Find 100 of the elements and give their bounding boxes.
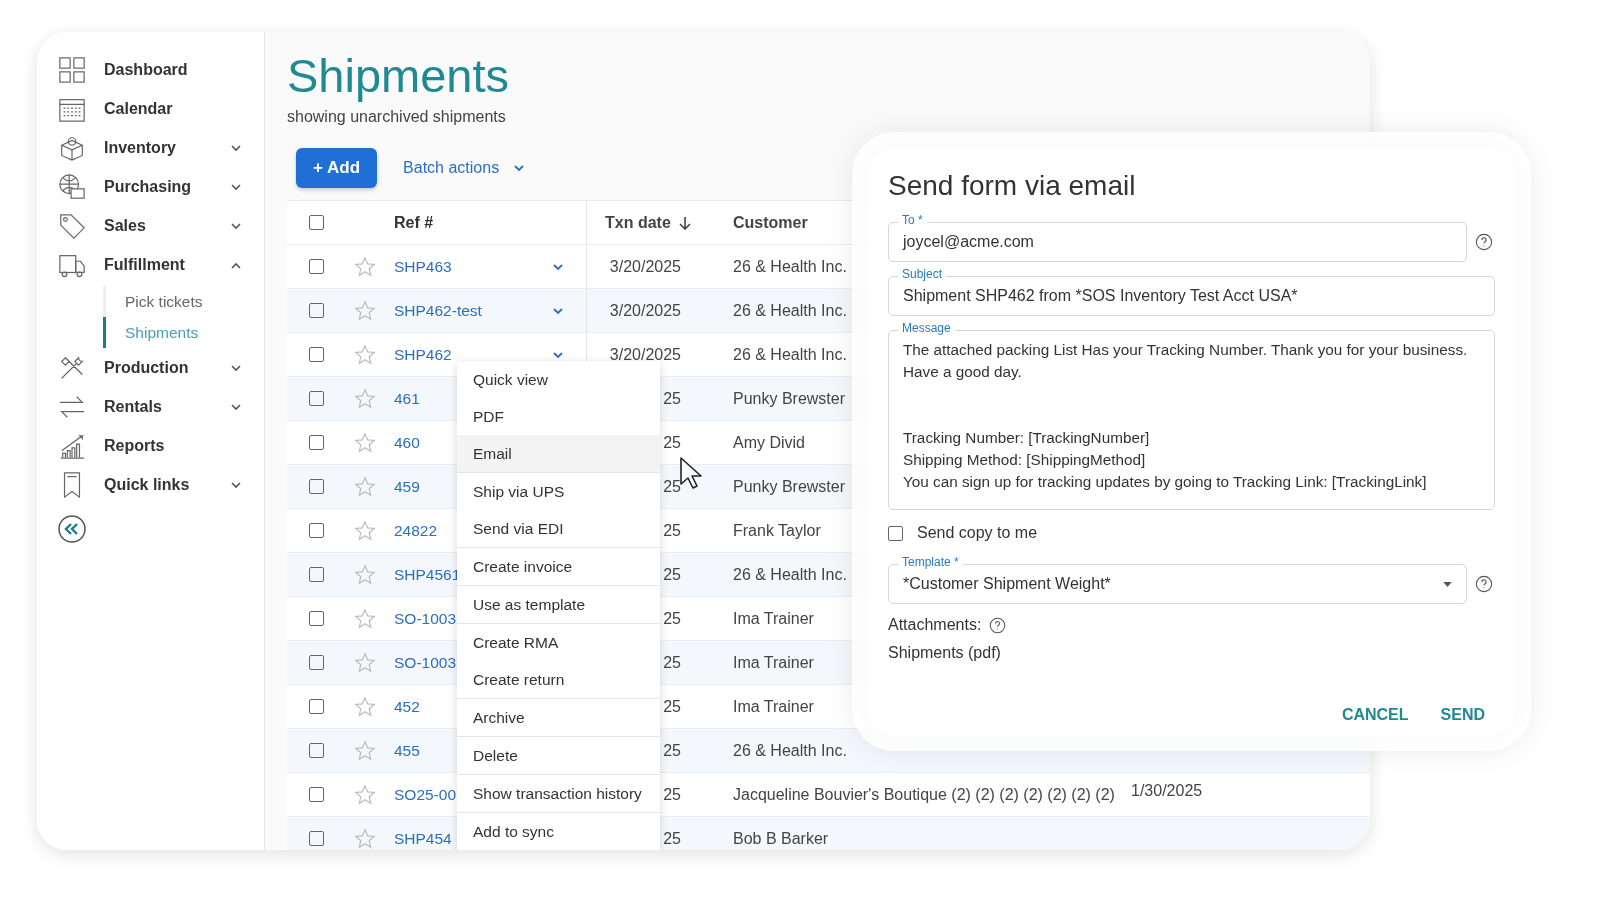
ref-link[interactable]: 452 bbox=[394, 697, 420, 716]
table-cell: 25 bbox=[663, 477, 681, 496]
add-button[interactable]: + Add bbox=[296, 148, 378, 188]
table-cell-text: 26 & Health Inc. bbox=[733, 256, 847, 277]
row-checkbox[interactable] bbox=[308, 611, 324, 626]
row-checkbox[interactable] bbox=[308, 655, 324, 670]
sidebar-item[interactable]: Rentals bbox=[37, 387, 264, 426]
menu-item[interactable]: Show transaction history bbox=[457, 775, 660, 812]
send-copy-checkbox[interactable] bbox=[888, 525, 903, 541]
star-icon[interactable] bbox=[354, 431, 376, 454]
table-cell-text: 26 & Health Inc. bbox=[733, 344, 847, 365]
star-icon[interactable] bbox=[354, 387, 376, 410]
cancel-button[interactable]: CANCEL bbox=[1331, 698, 1419, 732]
star-icon[interactable] bbox=[354, 827, 376, 850]
row-checkbox[interactable] bbox=[308, 831, 324, 846]
row-checkbox[interactable] bbox=[308, 391, 324, 406]
star-icon[interactable] bbox=[354, 519, 376, 542]
dialog-title: Send form via email bbox=[888, 169, 1137, 203]
menu-item[interactable]: Create invoice bbox=[457, 548, 660, 585]
ref-link[interactable]: SHP454 bbox=[394, 829, 452, 848]
row-checkbox[interactable] bbox=[308, 259, 324, 274]
sidebar-item[interactable]: Production bbox=[37, 348, 264, 387]
sidebar-item[interactable]: Quick links bbox=[37, 465, 264, 504]
star-icon[interactable] bbox=[354, 783, 376, 806]
star-icon[interactable] bbox=[354, 739, 376, 762]
column-header[interactable]: Ref # bbox=[394, 213, 434, 232]
ref-link[interactable]: 460 bbox=[394, 433, 420, 452]
column-header[interactable]: Txn date bbox=[605, 213, 671, 232]
sidebar-item[interactable]: Reports bbox=[37, 426, 264, 465]
star-icon[interactable] bbox=[354, 607, 376, 630]
sidebar-item[interactable]: Dashboard bbox=[37, 50, 264, 89]
star-icon[interactable] bbox=[354, 651, 376, 674]
sidebar-item[interactable]: Calendar bbox=[37, 89, 264, 128]
ref-link[interactable]: SO-1003 bbox=[394, 653, 457, 672]
chevron-icon[interactable] bbox=[552, 350, 564, 359]
help-icon[interactable] bbox=[1475, 575, 1493, 593]
ref-link[interactable]: SO25-00 bbox=[394, 785, 457, 804]
row-checkbox[interactable] bbox=[308, 699, 324, 714]
row-checkbox[interactable] bbox=[308, 347, 324, 362]
table-cell: 25 bbox=[663, 565, 681, 584]
dropdown-caret-icon bbox=[1443, 581, 1452, 587]
table-cell-text: 26 & Health Inc. bbox=[733, 740, 847, 761]
menu-item[interactable]: Create RMA bbox=[457, 624, 660, 661]
menu-item[interactable]: PDF bbox=[457, 398, 660, 435]
chevron-icon[interactable] bbox=[552, 306, 564, 315]
checkbox-label: Send copy to me bbox=[917, 524, 1038, 542]
star-icon[interactable] bbox=[354, 299, 376, 322]
ref-link[interactable]: SHP463 bbox=[394, 257, 452, 276]
menu-item[interactable]: Ship via UPS bbox=[457, 473, 660, 510]
menu-item[interactable]: Use as template bbox=[457, 586, 660, 623]
star-icon[interactable] bbox=[354, 255, 376, 278]
ref-link[interactable]: 24822 bbox=[394, 521, 438, 540]
table-cell-text: 26 & Health Inc. bbox=[733, 300, 847, 321]
chevron-icon[interactable] bbox=[552, 262, 564, 271]
star-icon[interactable] bbox=[354, 563, 376, 586]
menu-item[interactable]: Archive bbox=[457, 699, 660, 736]
table-cell: 25 bbox=[663, 389, 681, 408]
help-icon[interactable] bbox=[1475, 233, 1493, 251]
column-header[interactable]: Customer bbox=[733, 210, 808, 235]
table-cell: 25 bbox=[663, 653, 681, 672]
row-checkbox[interactable] bbox=[308, 787, 324, 802]
ref-link[interactable]: 461 bbox=[394, 389, 420, 408]
help-icon[interactable] bbox=[989, 616, 1007, 634]
table-cell-text: Amy Divid bbox=[733, 432, 805, 453]
row-checkbox[interactable] bbox=[308, 743, 324, 758]
ref-link[interactable]: 455 bbox=[394, 741, 420, 760]
ref-link[interactable]: SHP462-test bbox=[394, 301, 482, 320]
menu-item[interactable]: Delete bbox=[457, 737, 660, 774]
star-icon[interactable] bbox=[354, 343, 376, 366]
dashboard-icon bbox=[58, 55, 86, 84]
sort-descending-icon[interactable] bbox=[678, 215, 691, 230]
sidebar-item[interactable]: Inventory bbox=[37, 128, 264, 167]
table-cell: 25 bbox=[663, 697, 681, 716]
table-cell-text: 26 & Health Inc. bbox=[733, 564, 847, 585]
sidebar-item[interactable]: Purchasing bbox=[37, 167, 264, 206]
select-all-checkbox[interactable] bbox=[308, 215, 324, 230]
globe-icon bbox=[58, 172, 86, 201]
row-checkbox[interactable] bbox=[308, 303, 324, 318]
send-button[interactable]: SEND bbox=[1430, 698, 1495, 732]
collapse-sidebar-icon[interactable] bbox=[57, 514, 87, 544]
ref-link[interactable]: SHP462 bbox=[394, 345, 452, 364]
row-checkbox[interactable] bbox=[308, 523, 324, 538]
row-checkbox[interactable] bbox=[308, 479, 324, 494]
menu-item[interactable]: Quick view bbox=[457, 361, 660, 398]
row-checkbox[interactable] bbox=[308, 567, 324, 582]
batch-actions-button[interactable]: Batch actions bbox=[395, 150, 534, 186]
table-cell: 25 bbox=[663, 829, 681, 848]
menu-item[interactable]: Add to sync bbox=[457, 813, 660, 850]
star-icon[interactable] bbox=[354, 695, 376, 718]
menu-item[interactable]: Email bbox=[457, 435, 660, 472]
ref-link[interactable]: 459 bbox=[394, 477, 420, 496]
sidebar-item[interactable]: Fulfillment bbox=[37, 245, 264, 284]
menu-item[interactable]: Send via EDI bbox=[457, 510, 660, 547]
sidebar-item[interactable]: Sales bbox=[37, 206, 264, 245]
star-icon[interactable] bbox=[354, 475, 376, 498]
ref-link[interactable]: SO-1003 bbox=[394, 609, 457, 628]
field-label: Subject bbox=[898, 267, 947, 281]
menu-item[interactable]: Create return bbox=[457, 661, 660, 698]
row-checkbox[interactable] bbox=[308, 435, 324, 450]
tag-icon bbox=[58, 211, 86, 240]
